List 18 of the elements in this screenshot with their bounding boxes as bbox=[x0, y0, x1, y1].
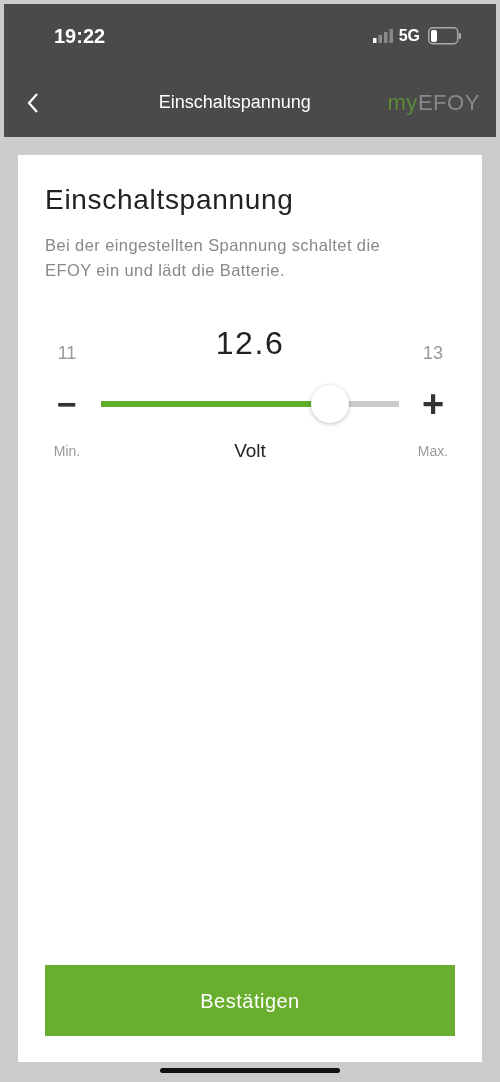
brand-logo: myEFOY bbox=[387, 89, 480, 117]
signal-icon bbox=[372, 29, 393, 43]
increase-button[interactable]: + bbox=[411, 385, 455, 423]
min-value: 11 bbox=[56, 342, 78, 365]
value-readout: 12.6 bbox=[215, 324, 285, 363]
min-label: Min. bbox=[52, 441, 82, 461]
status-time: 19:22 bbox=[54, 24, 106, 49]
description-text: Bei der eingestellten Spannung schaltet die EFOY ein und lädt die Batterie. bbox=[45, 235, 382, 281]
max-value: 13 bbox=[422, 342, 444, 365]
unit-label: Volt bbox=[234, 439, 266, 463]
battery-icon bbox=[428, 27, 462, 45]
slider-thumb[interactable] bbox=[311, 385, 350, 423]
decrease-button[interactable]: − bbox=[45, 387, 89, 421]
network-label: 5G bbox=[398, 26, 420, 46]
max-label: Max. bbox=[416, 441, 450, 461]
card-title: Einschaltspannung bbox=[45, 183, 295, 217]
screen-title: Einschaltspannung bbox=[158, 91, 311, 114]
back-icon bbox=[27, 91, 39, 114]
